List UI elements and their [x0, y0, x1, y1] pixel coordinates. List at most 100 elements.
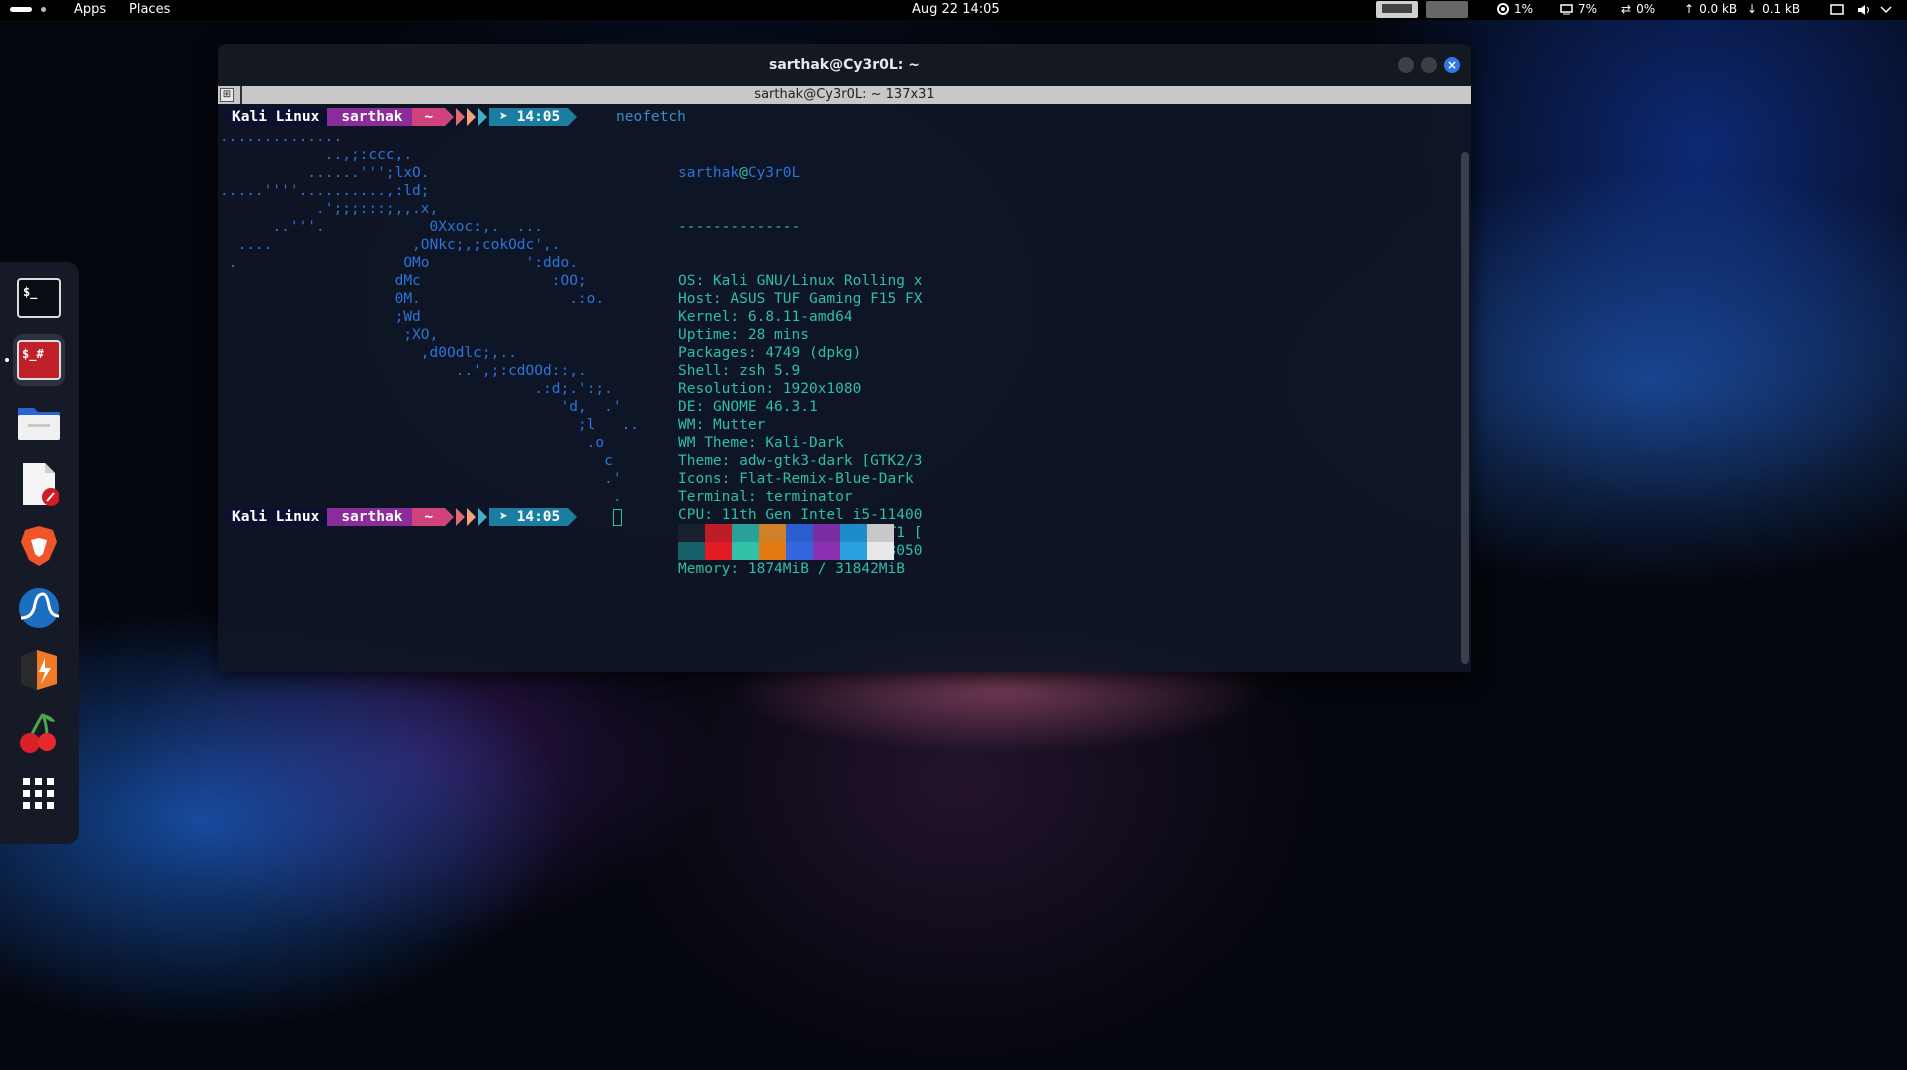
info-value: 6.8.11-amd64: [747, 309, 853, 325]
info-colon: :: [695, 417, 713, 433]
minimize-button[interactable]: [1398, 57, 1414, 73]
info-value: 4749 (dpkg): [765, 345, 862, 361]
command-text: neofetch: [616, 109, 686, 125]
terminator-titlebar[interactable]: ⊞ sarthak@Cy3r0L: ~ 137x31: [218, 86, 1471, 104]
host-user: sarthak: [678, 165, 740, 181]
cpu-icon: [1497, 3, 1509, 15]
cpu-indicator[interactable]: 1%: [1497, 2, 1533, 16]
upload-value: 0.0 kB: [1699, 2, 1738, 16]
info-colon: :: [747, 345, 766, 361]
ascii-line: c: [220, 453, 613, 469]
swap-icon: ⇄: [1621, 2, 1632, 16]
cpu-value: 1%: [1514, 2, 1534, 16]
prompt-time-segment: ➤ 14:05: [489, 508, 569, 526]
dock-terminal[interactable]: $_: [13, 272, 65, 324]
window-titlebar[interactable]: sarthak@Cy3r0L: ~ ×: [218, 44, 1471, 86]
close-button[interactable]: ×: [1444, 57, 1460, 73]
kali-ascii-logo: .............. ..,;:ccc,. ......''';lxO.…: [220, 128, 639, 506]
workspace-dot-icon: [41, 7, 46, 12]
workspace-2-thumbnail[interactable]: [1426, 1, 1468, 18]
ascii-line: ......''';lxO.: [220, 165, 430, 181]
folder-icon: [18, 408, 60, 440]
info-key: Packages: [678, 345, 748, 361]
info-value: Kali GNU/Linux Rolling x: [712, 273, 923, 289]
dock-brave-browser[interactable]: [13, 520, 65, 572]
workspace-1-thumbnail[interactable]: [1376, 1, 1418, 18]
info-key: WM Theme: [678, 435, 748, 451]
dock-burpsuite[interactable]: [13, 644, 65, 696]
prompt-separator-icon: [478, 108, 488, 126]
clock[interactable]: Aug 22 14:05: [912, 2, 1000, 17]
info-value: 11th Gen Intel i5-11400: [721, 507, 923, 523]
info-value: Flat-Remix-Blue-Dark: [739, 471, 914, 487]
palette-swatch: [705, 524, 732, 560]
prompt-separator-icon: [467, 108, 477, 126]
ascii-line: .': [220, 471, 622, 487]
maximize-button[interactable]: [1421, 57, 1437, 73]
brave-lion-icon: [21, 526, 57, 566]
system-menu-chevron-icon[interactable]: [1880, 6, 1892, 14]
svg-text:$_#: $_#: [22, 347, 44, 362]
dock-cherrytree[interactable]: [13, 706, 65, 758]
dock-files[interactable]: [13, 396, 65, 448]
palette-swatch: [678, 524, 705, 560]
memory-indicator[interactable]: 7%: [1560, 2, 1597, 16]
info-colon: :: [730, 309, 748, 325]
terminal-window[interactable]: sarthak@Cy3r0L: ~ × ⊞ sarthak@Cy3r0L: ~ …: [218, 44, 1471, 672]
info-line: Theme: adw-gtk3-dark [GTK2/3: [678, 452, 922, 470]
cherry-icon: [20, 713, 56, 753]
info-key: WM: [678, 417, 696, 433]
info-colon: :: [712, 291, 731, 307]
info-colon: :: [747, 489, 766, 505]
activities-button[interactable]: [10, 7, 46, 13]
screen-icon[interactable]: [1830, 4, 1844, 16]
places-menu[interactable]: Places: [129, 2, 170, 17]
ascii-line: ..............: [220, 129, 343, 145]
apps-menu[interactable]: Apps: [74, 2, 106, 17]
info-value: ASUS TUF Gaming F15 FX: [730, 291, 923, 307]
info-colon: :: [730, 561, 748, 577]
info-value: 28 mins: [747, 327, 809, 343]
terminal-scrollbar[interactable]: [1461, 152, 1469, 664]
prompt-line-1: Kali Linux sarthak ~ ➤ 14:05: [226, 108, 578, 126]
info-value: terminator: [765, 489, 853, 505]
ascii-line: ;l ..: [220, 417, 640, 433]
ascii-line: ..'''. 0Xxoc:,. ...: [220, 219, 544, 235]
host-line: sarthak@Cy3r0L: [678, 164, 922, 182]
ascii-line: ,d0Odlc;,..: [220, 345, 517, 361]
info-colon: :: [695, 399, 713, 415]
arrow-up-icon: ↑: [1684, 2, 1695, 16]
dock-show-apps[interactable]: [13, 768, 65, 820]
running-indicator-dot: [5, 358, 9, 362]
info-colon: :: [721, 363, 740, 379]
dock-wireshark[interactable]: [13, 582, 65, 634]
root-terminal-icon: $_#: [17, 340, 61, 380]
ascii-line: .... ,ONkc;,;cokOdc',.: [220, 237, 561, 253]
palette-swatch: [759, 524, 786, 560]
info-line: OS: Kali GNU/Linux Rolling x: [678, 272, 922, 290]
info-key: Terminal: [678, 489, 748, 505]
ascii-line: ..',;:cdOOd::,.: [220, 363, 587, 379]
upload-indicator[interactable]: ↑ 0.0 kB: [1684, 2, 1737, 16]
download-indicator[interactable]: ↓ 0.1 kB: [1747, 2, 1800, 16]
dock-root-terminal[interactable]: $_#: [13, 334, 65, 386]
volume-icon[interactable]: [1857, 4, 1871, 16]
info-value: Kali-Dark: [765, 435, 844, 451]
info-line: Host: ASUS TUF Gaming F15 FX: [678, 290, 922, 308]
palette-swatch: [867, 524, 894, 560]
dock: $_ $_#: [0, 262, 79, 844]
prompt-separator-icon: [456, 508, 466, 526]
info-colon: :: [747, 435, 766, 451]
info-line: Resolution: 1920x1080: [678, 380, 922, 398]
ascii-line: 'd, .': [220, 399, 622, 415]
info-line: Kernel: 6.8.11-amd64: [678, 308, 922, 326]
info-line: Shell: zsh 5.9: [678, 362, 922, 380]
info-line: WM: Mutter: [678, 416, 922, 434]
info-line: WM Theme: Kali-Dark: [678, 434, 922, 452]
dock-text-editor[interactable]: [13, 458, 65, 510]
terminal-content[interactable]: Kali Linux sarthak ~ ➤ 14:05 neofetch ..…: [218, 104, 1457, 672]
palette-swatch: [786, 524, 813, 560]
info-colon: :: [721, 471, 740, 487]
memory-icon: [1560, 3, 1573, 14]
swap-indicator[interactable]: ⇄ 0%: [1621, 2, 1655, 16]
